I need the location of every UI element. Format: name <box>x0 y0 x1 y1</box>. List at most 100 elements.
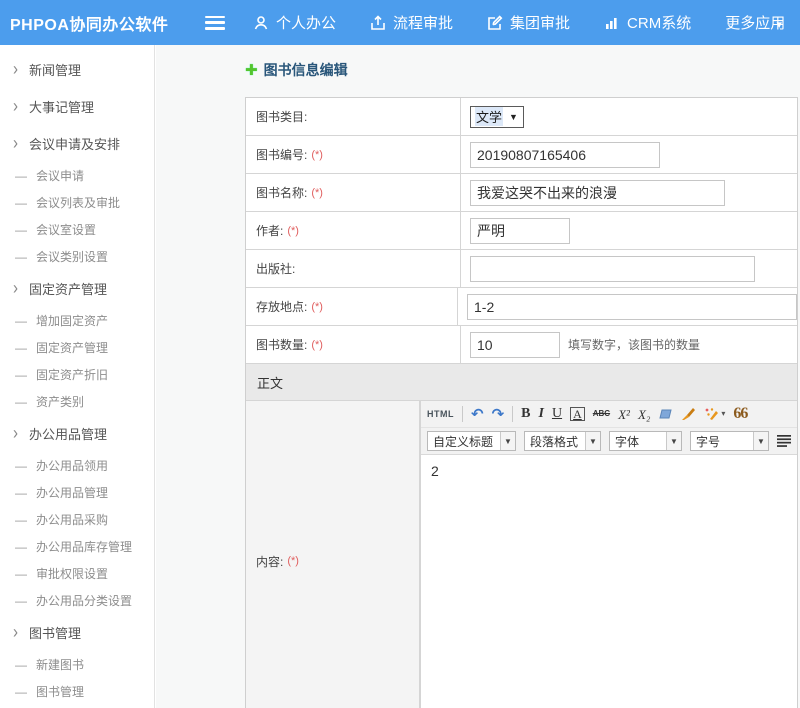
subscript-button[interactable]: X₂ <box>638 408 650 421</box>
form-row-book-number: 图书编号:(*) <box>246 136 797 174</box>
redo-icon[interactable]: ↷ <box>492 407 505 422</box>
editor-content-area[interactable]: 2 <box>421 455 797 708</box>
font-color-button[interactable]: A <box>570 407 585 421</box>
eraser-icon[interactable] <box>658 408 673 420</box>
superscript-button[interactable]: X² <box>618 408 630 421</box>
clean-format-brush-icon[interactable] <box>681 407 696 421</box>
chevron-down-icon: ▼ <box>666 432 681 450</box>
sidebar-item-label: 会议列表及审批 <box>36 194 120 211</box>
quantity-input[interactable] <box>470 332 560 358</box>
sidebar-item-6[interactable]: —会议类别设置 <box>0 243 154 270</box>
blockquote-button[interactable]: 66 <box>733 406 747 422</box>
book-name-input[interactable] <box>470 180 725 206</box>
chevron-right-icon: › <box>13 61 18 79</box>
form-row-location: 存放地点:(*) <box>246 288 797 326</box>
hamburger-menu-icon[interactable] <box>205 16 225 30</box>
field-label: 图书数量: <box>256 336 307 353</box>
person-icon <box>253 15 269 31</box>
book-number-input[interactable] <box>470 142 660 168</box>
sidebar-group-19[interactable]: ›图书管理 <box>0 614 154 651</box>
sidebar-item-17[interactable]: —审批权限设置 <box>0 560 154 587</box>
sidebar-item-13[interactable]: —办公用品领用 <box>0 452 154 479</box>
sidebar-group-1[interactable]: ›大事记管理 <box>0 88 154 125</box>
sidebar-item-label: 会议申请及安排 <box>29 134 120 153</box>
quantity-hint: 填写数字，该图书的数量 <box>568 336 700 353</box>
editor-toolbar-row1: HTML ↶ ↷ B I U A ABC X² X₂ <box>421 401 797 428</box>
sidebar-item-label: 办公用品领用 <box>36 457 108 474</box>
strikethrough-button[interactable]: ABC <box>593 410 610 418</box>
form-row-quantity: 图书数量:(*) 填写数字，该图书的数量 <box>246 326 797 364</box>
sidebar-item-5[interactable]: —会议室设置 <box>0 216 154 243</box>
author-input[interactable] <box>470 218 570 244</box>
location-input[interactable] <box>467 294 797 320</box>
bold-button[interactable]: B <box>521 407 530 421</box>
format-painter-icon[interactable]: ▾ <box>704 407 725 421</box>
chevron-down-icon: ▼ <box>500 432 515 450</box>
sidebar-item-15[interactable]: —办公用品采购 <box>0 506 154 533</box>
custom-title-select[interactable]: 自定义标题 ▼ <box>427 431 516 451</box>
page-title: ✚ 图书信息编辑 <box>245 60 348 80</box>
html-source-button[interactable]: HTML <box>427 410 454 419</box>
field-label: 存放地点: <box>256 298 307 315</box>
form-row-content: 内容: (*) HTML ↶ ↷ B I U A ABC <box>246 401 797 708</box>
font-family-select[interactable]: 字体 ▼ <box>609 431 682 451</box>
underline-button[interactable]: U <box>552 407 562 421</box>
sidebar-item-21[interactable]: —图书管理 <box>0 678 154 705</box>
paragraph-format-select[interactable]: 段落格式 ▼ <box>524 431 601 451</box>
field-label: 作者: <box>256 222 283 239</box>
dash-icon: — <box>15 368 27 382</box>
required-mark: (*) <box>287 555 299 567</box>
chevron-down-icon: ▼ <box>585 432 600 450</box>
font-size-select[interactable]: 字号 ▼ <box>690 431 769 451</box>
italic-button[interactable]: I <box>539 407 544 421</box>
sidebar-item-label: 固定资产管理 <box>29 279 107 298</box>
more-apps-caret-icon[interactable]: ▾ <box>776 18 782 31</box>
sidebar-item-label: 新建图书 <box>36 656 84 673</box>
chart-icon <box>604 15 620 31</box>
dash-icon: — <box>15 395 27 409</box>
form-row-category: 图书类目: 文学 ▼ <box>246 98 797 136</box>
publisher-input[interactable] <box>470 256 755 282</box>
sidebar-item-10[interactable]: —固定资产折旧 <box>0 361 154 388</box>
nav-crm-system[interactable]: CRM系统 <box>604 12 691 33</box>
sidebar-item-label: 图书管理 <box>29 623 81 642</box>
chevron-right-icon: › <box>13 98 18 116</box>
nav-workflow-approval[interactable]: 流程审批 <box>370 12 453 33</box>
justify-align-icon[interactable] <box>777 435 791 447</box>
field-label: 图书类目: <box>256 108 307 125</box>
nav-label: 流程审批 <box>393 12 453 33</box>
chevron-down-icon: ▾ <box>721 410 725 418</box>
sidebar-item-16[interactable]: —办公用品库存管理 <box>0 533 154 560</box>
sidebar-item-11[interactable]: — 资产类别 <box>0 388 154 415</box>
sidebar-item-20[interactable]: — 新建图书 <box>0 651 154 678</box>
main-content: ✚ 图书信息编辑 图书类目: 文学 ▼ 图书编号:(*) 图书名称: (*) <box>156 45 800 708</box>
sidebar-group-12[interactable]: ›办公用品管理 <box>0 415 154 452</box>
dash-icon: — <box>15 341 27 355</box>
sidebar-item-18[interactable]: —办公用品分类设置 <box>0 587 154 614</box>
form-row-author: 作者:(*) <box>246 212 797 250</box>
category-select[interactable]: 文学 ▼ <box>470 106 524 128</box>
sidebar-item-9[interactable]: —固定资产管理 <box>0 334 154 361</box>
category-selected-value: 文学 <box>475 107 503 126</box>
sidebar-menu: ›新闻管理›大事记管理›会议申请及安排—会议申请—会议列表及审批—会议室设置—会… <box>0 45 155 708</box>
sidebar-group-7[interactable]: ›固定资产管理 <box>0 270 154 307</box>
sidebar-group-0[interactable]: ›新闻管理 <box>0 51 154 88</box>
app-logo: PHPOA协同办公软件 <box>0 11 205 35</box>
sidebar-item-3[interactable]: —会议申请 <box>0 162 154 189</box>
edit-icon <box>487 15 503 31</box>
sidebar-item-8[interactable]: —增加固定资产 <box>0 307 154 334</box>
sidebar-group-2[interactable]: ›会议申请及安排 <box>0 125 154 162</box>
dash-icon: — <box>15 540 27 554</box>
sidebar-item-4[interactable]: —会议列表及审批 <box>0 189 154 216</box>
nav-personal-office[interactable]: 个人办公 <box>253 12 336 33</box>
toolbar-divider <box>512 406 513 422</box>
nav-group-approval[interactable]: 集团审批 <box>487 12 570 33</box>
field-label: 图书名称: <box>256 184 307 201</box>
workflow-icon <box>370 15 386 31</box>
dash-icon: — <box>15 658 27 672</box>
sidebar-item-label: 会议室设置 <box>36 221 96 238</box>
top-nav: 个人办公 流程审批 集团审批 CRM系统 更多应用 <box>253 12 785 33</box>
sidebar-item-14[interactable]: —办公用品管理 <box>0 479 154 506</box>
undo-icon[interactable]: ↶ <box>471 407 484 422</box>
sidebar-item-label: 资产类别 <box>36 393 84 410</box>
